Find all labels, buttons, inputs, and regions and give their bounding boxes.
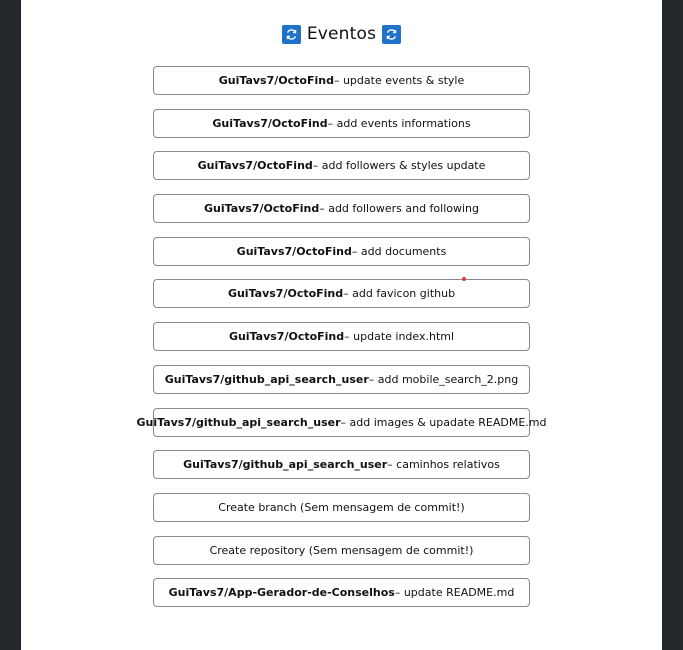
event-message: Create repository (Sem mensagem de commi… <box>209 543 474 557</box>
refresh-icon <box>382 24 402 44</box>
event-message: – add mobile_search_2.png <box>368 372 519 386</box>
event-repo: GuiTavs7/github_api_search_user <box>136 415 341 429</box>
event-message: – update README.md <box>394 586 515 600</box>
event-message: – caminhos relativos <box>387 458 500 472</box>
event-item[interactable]: Create branch (Sem mensagem de commit!) <box>153 492 530 522</box>
refresh-icon <box>281 24 301 44</box>
event-item[interactable]: GuiTavs7/github_api_search_user – caminh… <box>153 450 530 480</box>
event-item[interactable]: Create repository (Sem mensagem de commi… <box>153 535 530 565</box>
event-repo: GuiTavs7/OctoFind <box>203 202 320 216</box>
event-item[interactable]: GuiTavs7/OctoFind – update index.html <box>153 322 530 352</box>
event-item[interactable]: GuiTavs7/OctoFind – add followers & styl… <box>153 151 530 181</box>
event-message: – add favicon github <box>343 287 456 301</box>
event-message: – update events & style <box>333 74 465 87</box>
event-item[interactable]: GuiTavs7/OctoFind – add followers and fo… <box>153 194 530 224</box>
event-repo: GuiTavs7/OctoFind <box>227 287 344 301</box>
event-message: Create branch (Sem mensagem de commit!) <box>218 500 465 514</box>
cursor-dot <box>462 277 466 281</box>
event-repo: GuiTavs7/OctoFind <box>212 116 328 130</box>
event-message: – add documents <box>351 244 447 258</box>
event-repo: GuiTavs7/github_api_search_user <box>183 458 388 472</box>
event-item[interactable]: GuiTavs7/OctoFind – add events informati… <box>153 108 530 138</box>
event-message: – add followers & styles update <box>312 159 486 173</box>
event-repo: GuiTavs7/OctoFind <box>236 244 352 258</box>
events-list: GuiTavs7/OctoFind – update events & styl… <box>137 66 547 621</box>
event-message: – add images & upadate README.md <box>340 415 547 429</box>
event-item[interactable]: GuiTavs7/OctoFind – add favicon github <box>153 279 530 309</box>
event-repo: GuiTavs7/OctoFind <box>228 330 345 344</box>
event-repo: GuiTavs7/OctoFind <box>218 74 334 87</box>
event-message: – add followers and following <box>319 202 480 216</box>
event-message: – update index.html <box>344 330 455 344</box>
events-title: Eventos <box>306 24 377 44</box>
event-item[interactable]: GuiTavs7/OctoFind – update events & styl… <box>153 66 530 95</box>
event-item[interactable]: GuiTavs7/github_api_search_user – add mo… <box>153 364 530 394</box>
event-repo: GuiTavs7/github_api_search_user <box>164 372 369 386</box>
event-repo: GuiTavs7/OctoFind <box>197 159 313 173</box>
event-item[interactable]: GuiTavs7/OctoFind – add documents <box>153 236 530 266</box>
events-panel: Eventos GuiTavs7/OctoFind – update event… <box>21 0 662 650</box>
event-message: – add events informations <box>327 116 471 130</box>
event-item[interactable]: GuiTavs7/github_api_search_user – add im… <box>137 407 547 437</box>
event-item[interactable]: GuiTavs7/App-Gerador-de-Conselhos – upda… <box>153 578 530 608</box>
events-heading: Eventos <box>21 24 662 44</box>
event-repo: GuiTavs7/App-Gerador-de-Conselhos <box>168 586 395 600</box>
